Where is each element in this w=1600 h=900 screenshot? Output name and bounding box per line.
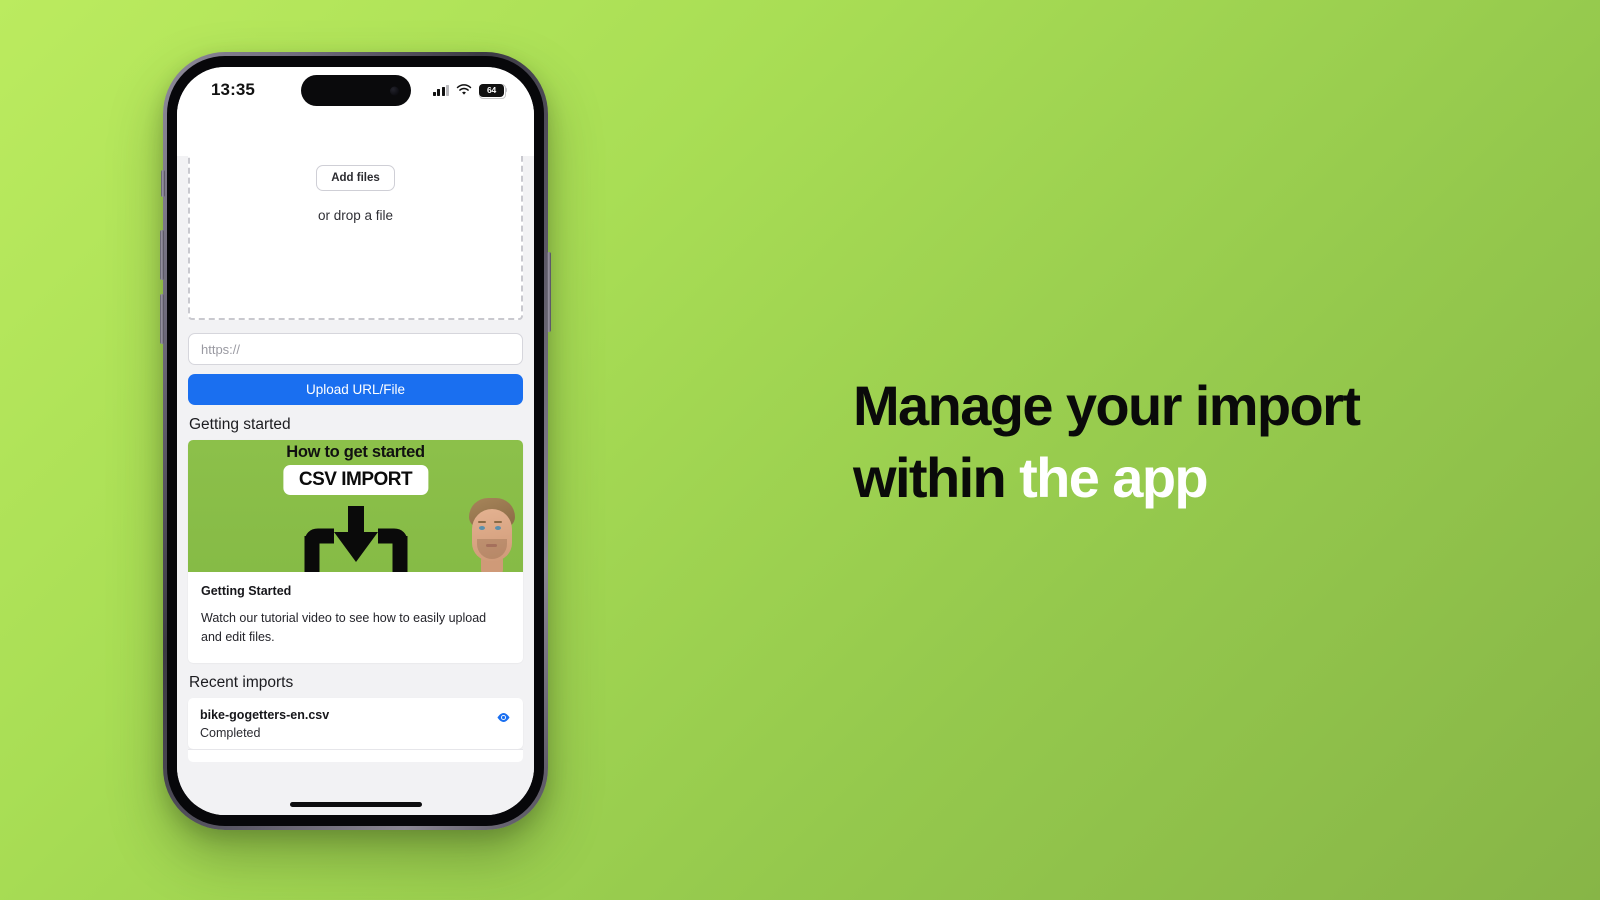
file-dropzone[interactable]: Add files or drop a file [188,156,523,320]
home-indicator[interactable] [289,802,422,807]
card-description: Watch our tutorial video to see how to e… [201,611,487,644]
drop-hint-label: or drop a file [317,208,394,223]
recent-imports-heading: Recent imports [189,673,294,691]
dynamic-island [300,75,411,106]
phone-bezel: 13:35 64 Add files or drop a file https:… [167,56,544,826]
thumbnail-pill-text: CSV IMPORT [282,465,429,495]
upload-url-file-button[interactable]: Upload URL/File [188,374,523,405]
cellular-bars-icon [432,84,449,96]
url-input[interactable] [188,333,523,365]
battery-percent-label: 64 [486,84,497,95]
card-body: Getting Started Watch our tutorial video… [188,572,523,663]
status-bar-indicators: 64 [432,83,507,99]
status-bar: 13:35 64 [177,67,534,113]
getting-started-heading: Getting started [189,416,291,433]
phone-frame: 13:35 64 Add files or drop a file https:… [160,52,551,830]
headline-accent: the app [1019,446,1209,510]
import-filename: bike-gogetters-en.csv [200,707,330,722]
volume-up-button[interactable] [160,230,164,280]
getting-started-card[interactable]: How to get started CSV IMPORT Getting St… [188,440,523,663]
page-title: Manage your import within the app [853,370,1493,514]
headline-line-2: within the app [853,442,1493,514]
front-camera-icon [389,86,399,95]
download-arrow-icon [304,506,407,572]
card-title: Getting Started [201,584,292,598]
thumbnail-top-text: How to get started [286,443,425,461]
app-content[interactable]: Add files or drop a file Upload URL/File… [177,156,534,815]
status-bar-time: 13:35 [211,80,255,99]
headline-line-2-prefix: within [853,446,1020,510]
wifi-icon [456,84,472,95]
list-item-partial[interactable] [188,749,523,762]
silence-switch[interactable] [161,170,165,197]
eye-icon[interactable] [496,710,511,725]
battery-icon: 64 [479,83,507,99]
phone-screen: 13:35 64 Add files or drop a file https:… [177,67,534,815]
volume-down-button[interactable] [160,294,164,344]
list-item[interactable]: bike-gogetters-en.csv Completed [188,697,523,749]
add-files-button[interactable]: Add files [316,165,395,191]
app-header-spacer [177,113,534,156]
presenter-face-icon [464,494,520,572]
import-status: Completed [200,725,261,740]
headline-line-1: Manage your import [853,374,1361,437]
video-thumbnail[interactable]: How to get started CSV IMPORT [188,440,523,572]
power-button[interactable] [547,252,551,332]
phone-mockup: 13:35 64 Add files or drop a file https:… [160,52,551,830]
import-info: bike-gogetters-en.csv Completed [200,708,329,740]
